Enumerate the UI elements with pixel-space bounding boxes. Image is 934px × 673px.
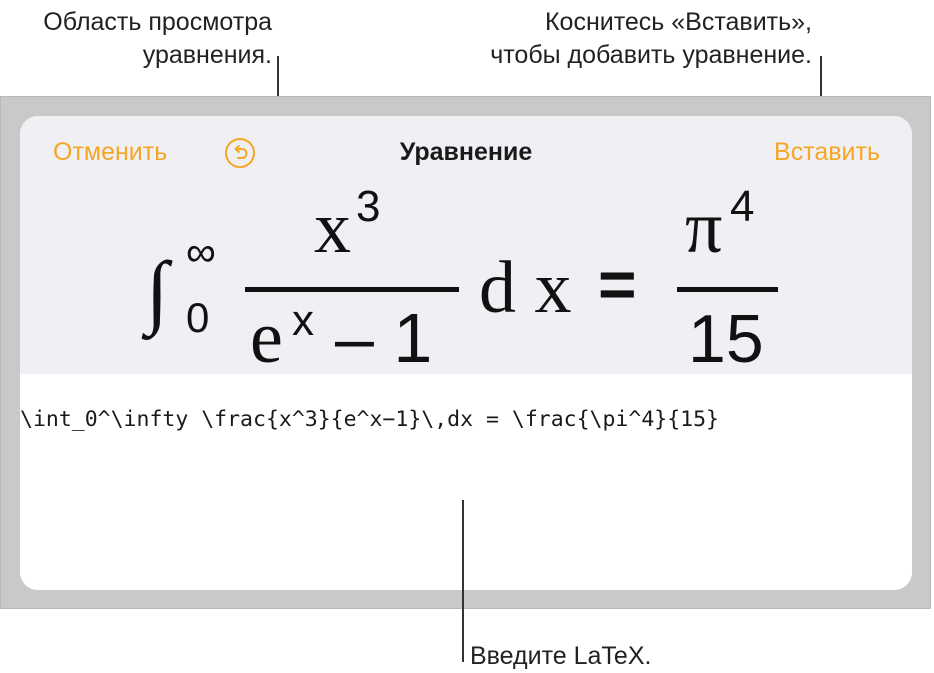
fraction-bar-left	[245, 287, 459, 292]
leader-line-latex	[462, 500, 464, 662]
callout-preview-line2: уравнения.	[142, 41, 272, 69]
differential-dx: d x	[479, 247, 572, 329]
callout-latex: Введите LaTeX.	[470, 642, 652, 670]
numerator-exponent: 3	[356, 182, 381, 231]
denominator-base: e	[250, 297, 283, 379]
rhs-numerator-base: π	[685, 187, 723, 269]
latex-input-text[interactable]: \int_0^\infty \frac{x^3}{e^x−1}\,dx = \f…	[20, 406, 880, 434]
callout-preview-line1: Область просмотра	[43, 8, 272, 36]
denominator-minus-one: – 1	[335, 299, 433, 377]
equation-preview-area: Отменить Уравнение Вставить ∫ ∞ 0 x 3 e …	[20, 116, 912, 379]
numerator-base: x	[314, 187, 351, 269]
callout-insert: Коснитесь «Вставить», чтобы добавить ура…	[420, 6, 812, 72]
latex-input-field[interactable]: \int_0^\infty \frac{x^3}{e^x−1}\,dx = \f…	[20, 374, 912, 590]
callout-insert-line2: чтобы добавить уравнение.	[490, 41, 812, 69]
integral-lower-limit: 0	[186, 294, 210, 341]
equals-sign: =	[598, 247, 637, 321]
insert-button[interactable]: Вставить	[774, 138, 880, 167]
integral-upper-limit: ∞	[186, 228, 216, 275]
equation-sheet: Отменить Уравнение Вставить ∫ ∞ 0 x 3 e …	[20, 116, 912, 590]
rhs-numerator-exponent: 4	[730, 182, 755, 231]
denominator-exponent: x	[292, 296, 314, 345]
rhs-denominator: 15	[688, 301, 764, 377]
fraction-bar-right	[677, 287, 778, 292]
integral-sign: ∫	[146, 245, 169, 336]
callout-insert-line1: Коснитесь «Вставить»,	[544, 8, 812, 36]
callout-preview-area: Область просмотра уравнения.	[0, 6, 272, 72]
